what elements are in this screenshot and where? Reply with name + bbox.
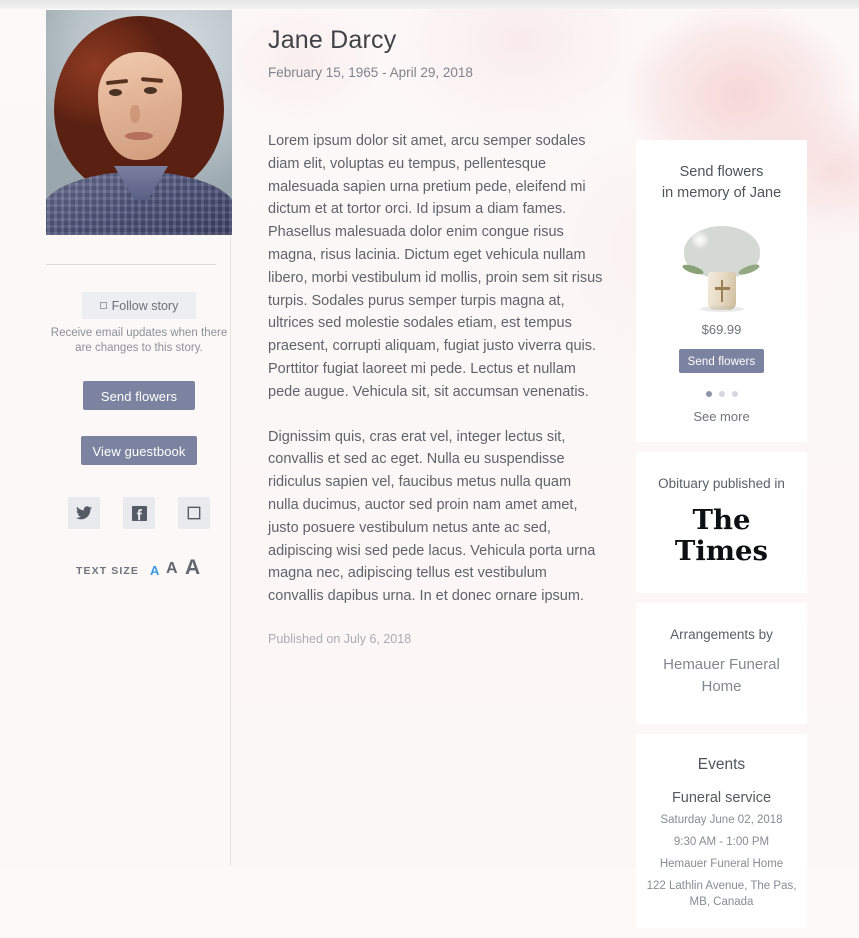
twitter-icon[interactable]	[68, 497, 100, 529]
email-icon[interactable]	[178, 497, 210, 529]
obituary-main: Jane Darcy February 15, 1965 - April 29,…	[268, 0, 603, 646]
the-times-logo: The Times	[674, 505, 769, 567]
send-flowers-button[interactable]: Send flowers	[83, 381, 195, 410]
send-flowers-card-button[interactable]: Send flowers	[679, 349, 764, 373]
left-sidebar: Follow story Receive email updates when …	[0, 0, 232, 866]
portrait-nose	[130, 105, 140, 123]
send-flowers-title-line1: Send flowers	[679, 164, 764, 180]
events-card: Events Funeral service Saturday June 02,…	[636, 734, 807, 928]
follow-story-note: Receive email updates when there are cha…	[50, 327, 228, 354]
cross-icon	[720, 280, 723, 302]
event-venue: Hemauer Funeral Home	[659, 858, 784, 870]
text-size-control: TEXT SIZE A A A	[76, 556, 221, 584]
published-date: Published on July 6, 2018	[268, 631, 412, 646]
text-size-large-button[interactable]: A	[185, 556, 200, 580]
carousel-dot-3[interactable]	[731, 391, 738, 397]
life-dates: February 15, 1965 - April 29, 2018	[268, 65, 473, 80]
sidebar-divider	[46, 264, 216, 265]
publication-label: Obituary published in	[658, 476, 785, 491]
cross-icon-bar	[714, 287, 730, 290]
bell-icon	[99, 302, 107, 309]
portrait-eye-right	[144, 87, 157, 94]
event-date: Saturday June 02, 2018	[660, 814, 783, 826]
right-rail: Send flowers in memory of Jane $69.99 Se…	[636, 0, 807, 938]
publication-card: Obituary published in The Times	[636, 452, 807, 593]
view-guestbook-button[interactable]: View guestbook	[81, 436, 197, 465]
social-share-row	[68, 497, 218, 529]
event-name: Funeral service	[671, 790, 772, 806]
send-flowers-title-line2: in memory of Jane	[661, 185, 782, 201]
carousel-dots	[648, 391, 795, 397]
text-size-label: TEXT SIZE	[76, 565, 139, 577]
browser-top-strip	[0, 0, 859, 9]
facebook-icon[interactable]	[123, 497, 155, 529]
arrangements-label: Arrangements by	[670, 627, 773, 642]
carousel-dot-2[interactable]	[718, 391, 725, 397]
event-address: 122 Lathlin Avenue, The Pas, MB, Canada	[646, 880, 797, 908]
arrangements-card: Arrangements by Hemauer Funeral Home	[636, 603, 807, 724]
event-time: 9:30 AM - 1:00 PM	[673, 836, 770, 848]
text-size-small-button[interactable]: A	[150, 563, 159, 578]
see-more-link[interactable]: See more	[648, 409, 795, 424]
portrait-image	[46, 10, 232, 235]
portrait-photo	[46, 10, 232, 235]
follow-story-label: Follow story	[111, 299, 179, 313]
send-flowers-card: Send flowers in memory of Jane $69.99 Se…	[636, 140, 807, 442]
events-title: Events	[697, 756, 746, 773]
bouquet-product-image[interactable]	[680, 226, 764, 312]
follow-story-button[interactable]: Follow story	[82, 292, 196, 319]
portrait-mouth	[125, 132, 153, 140]
obituary-paragraph: Dignissim quis, cras erat vel, integer l…	[268, 428, 596, 605]
product-price: $69.99	[701, 322, 742, 337]
portrait-eye-left	[109, 89, 122, 96]
obituary-paragraph: Lorem ipsum dolor sit amet, arcu semper …	[268, 133, 603, 400]
page-title: Jane Darcy	[268, 26, 397, 54]
send-flowers-card-title: Send flowers in memory of Jane	[648, 162, 795, 204]
carousel-dot-1[interactable]	[705, 391, 712, 397]
text-size-medium-button[interactable]: A	[166, 560, 178, 578]
obituary-page: Follow story Receive email updates when …	[0, 0, 859, 928]
bouquet-shadow	[699, 306, 744, 312]
funeral-home-name[interactable]: Hemauer Funeral Home	[650, 654, 793, 698]
